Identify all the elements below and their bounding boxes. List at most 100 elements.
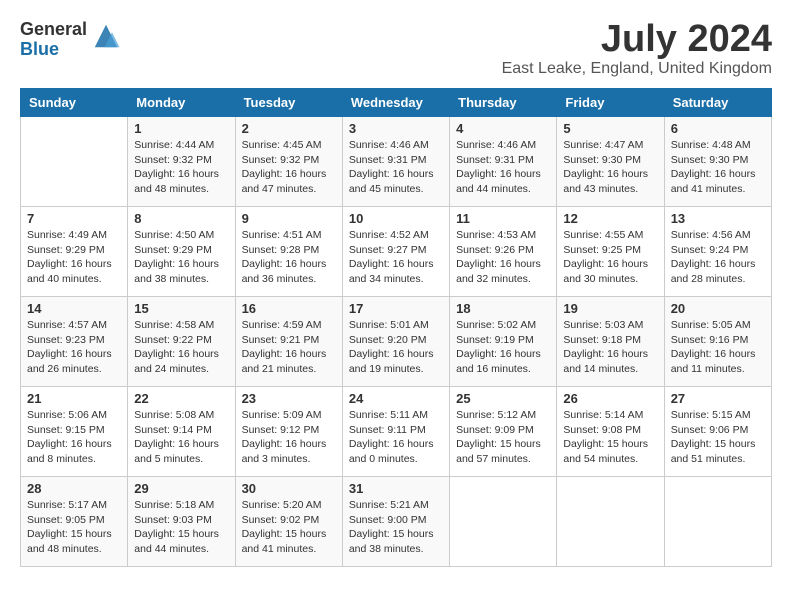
sunset-text: Sunset: 9:29 PM: [27, 244, 105, 256]
daylight-text: Daylight: 16 hours: [563, 348, 648, 360]
day-info: Sunrise: 4:55 AMSunset: 9:25 PMDaylight:…: [563, 228, 657, 287]
sunrise-text: Sunrise: 5:15 AM: [671, 409, 751, 421]
daylight-text: Daylight: 15 hours: [671, 438, 756, 450]
sunrise-text: Sunrise: 4:46 AM: [456, 139, 536, 151]
daylight-text-2: and 24 minutes.: [134, 363, 209, 375]
daylight-text: Daylight: 16 hours: [563, 168, 648, 180]
calendar-cell: 27 Sunrise: 5:15 AM Sunset: 9:06 PM Dayligh…: [664, 387, 771, 477]
daylight-text: Daylight: 16 hours: [242, 168, 327, 180]
sunrise-text: Sunrise: 4:47 AM: [563, 139, 643, 151]
sunrise-text: Sunrise: 5:03 AM: [563, 319, 643, 331]
calendar-table: SundayMondayTuesdayWednesdayThursdayFrid…: [20, 88, 772, 567]
weekday-header-row: SundayMondayTuesdayWednesdayThursdayFrid…: [21, 89, 772, 117]
day-info: Sunrise: 4:53 AMSunset: 9:26 PMDaylight:…: [456, 228, 550, 287]
calendar-cell: [21, 117, 128, 207]
sunrise-text: Sunrise: 5:06 AM: [27, 409, 107, 421]
week-row-4: 21Sunrise: 5:06 AMSunset: 9:15 PMDayligh…: [21, 387, 772, 477]
daylight-text-2: and 11 minutes.: [671, 363, 745, 375]
daylight-text-2: and 14 minutes.: [563, 363, 638, 375]
daylight-text: Daylight: 16 hours: [134, 438, 219, 450]
daylight-text-2: and 21 minutes.: [242, 363, 317, 375]
day-info: Sunrise: 5:08 AMSunset: 9:14 PMDaylight:…: [134, 408, 228, 467]
daylight-text-2: and 38 minutes.: [349, 543, 424, 555]
daylight-text: Daylight: 16 hours: [671, 168, 756, 180]
sunset-text: Sunset: 9:08 PM: [563, 424, 641, 436]
sunset-text: Sunset: 9:31 PM: [456, 154, 534, 166]
day-info: Sunrise: 5:17 AMSunset: 9:05 PMDaylight:…: [27, 498, 121, 557]
header: General Blue July 2024 East Leake, Engla…: [20, 20, 772, 78]
daylight-text: Daylight: 16 hours: [456, 258, 541, 270]
sunrise-text: Sunrise: 4:44 AM: [134, 139, 214, 151]
day-info: Sunrise: 5:01 AMSunset: 9:20 PMDaylight:…: [349, 318, 443, 377]
day-number: 8: [134, 211, 228, 226]
daylight-text-2: and 44 minutes.: [456, 183, 531, 195]
sunset-text: Sunset: 9:02 PM: [242, 514, 320, 526]
day-info: Sunrise: 4:58 AMSunset: 9:22 PMDaylight:…: [134, 318, 228, 377]
calendar-cell: 21Sunrise: 5:06 AMSunset: 9:15 PMDayligh…: [21, 387, 128, 477]
day-info: Sunrise: 4:46 AMSunset: 9:31 PMDaylight:…: [349, 138, 443, 197]
daylight-text: Daylight: 16 hours: [134, 168, 219, 180]
weekday-header-friday: Friday: [557, 89, 664, 117]
calendar-cell: 8Sunrise: 4:50 AMSunset: 9:29 PMDaylight…: [128, 207, 235, 297]
daylight-text-2: and 32 minutes.: [456, 273, 531, 285]
calendar-cell: 29Sunrise: 5:18 AMSunset: 9:03 PMDayligh…: [128, 477, 235, 567]
daylight-text: Daylight: 16 hours: [349, 348, 434, 360]
weekday-header-monday: Monday: [128, 89, 235, 117]
day-info: Sunrise: 5:11 AMSunset: 9:11 PMDaylight:…: [349, 408, 443, 467]
day-number: 10: [349, 211, 443, 226]
day-number: 30: [242, 481, 336, 496]
week-row-5: 28Sunrise: 5:17 AMSunset: 9:05 PMDayligh…: [21, 477, 772, 567]
weekday-header-sunday: Sunday: [21, 89, 128, 117]
calendar-cell: 3Sunrise: 4:46 AMSunset: 9:31 PMDaylight…: [342, 117, 449, 207]
calendar-cell: 25Sunrise: 5:12 AMSunset: 9:09 PMDayligh…: [450, 387, 557, 477]
day-number: 16: [242, 301, 336, 316]
day-info: Sunrise: 4:59 AMSunset: 9:21 PMDaylight:…: [242, 318, 336, 377]
calendar-cell: 26Sunrise: 5:14 AMSunset: 9:08 PMDayligh…: [557, 387, 664, 477]
day-info: Sunrise: 5:02 AMSunset: 9:19 PMDaylight:…: [456, 318, 550, 377]
sunset-text: Sunset: 9:28 PM: [242, 244, 320, 256]
logo-general-text: General: [20, 20, 87, 40]
daylight-text-2: and 28 minutes.: [671, 273, 746, 285]
sunset-text: Sunset: 9:06 PM: [671, 424, 749, 436]
sunset-text: Sunset: 9:25 PM: [563, 244, 641, 256]
daylight-text: Daylight: 15 hours: [563, 438, 648, 450]
calendar-cell: [557, 477, 664, 567]
day-number: 7: [27, 211, 121, 226]
day-number: 20: [671, 301, 765, 316]
calendar-cell: 14Sunrise: 4:57 AMSunset: 9:23 PMDayligh…: [21, 297, 128, 387]
daylight-text: Daylight: 16 hours: [671, 258, 756, 270]
daylight-text-2: and 38 minutes.: [134, 273, 209, 285]
daylight-text: Daylight: 16 hours: [242, 348, 327, 360]
calendar-cell: 20 Sunrise: 5:05 AMSunset: 9:16 PMDayligh…: [664, 297, 771, 387]
day-number: 27: [671, 391, 765, 406]
daylight-text: Daylight: 16 hours: [242, 258, 327, 270]
weekday-header-tuesday: Tuesday: [235, 89, 342, 117]
sunset-text: Sunset: 9:09 PM: [456, 424, 534, 436]
sunset-text: Sunset: 9:22 PM: [134, 334, 212, 346]
day-info: Sunrise: 5:09 AMSunset: 9:12 PMDaylight:…: [242, 408, 336, 467]
sunset-text: Sunset: 9:24 PM: [671, 244, 749, 256]
calendar-cell: 19Sunrise: 5:03 AMSunset: 9:18 PMDayligh…: [557, 297, 664, 387]
sunset-text: Sunset: 9:21 PM: [242, 334, 320, 346]
sunset-text: Sunset: 9:12 PM: [242, 424, 320, 436]
sunrise-text: Sunrise: 4:55 AM: [563, 229, 643, 241]
sunrise-text: Sunrise: 4:49 AM: [27, 229, 107, 241]
daylight-text-2: and 16 minutes.: [456, 363, 531, 375]
day-info: Sunrise: 5:05 AMSunset: 9:16 PMDaylight:…: [671, 318, 765, 377]
sunset-text: Sunset: 9:31 PM: [349, 154, 427, 166]
day-number: 5: [563, 121, 657, 136]
day-number: 23: [242, 391, 336, 406]
sunset-text: Sunset: 9:11 PM: [349, 424, 426, 436]
daylight-text-2: and 48 minutes.: [27, 543, 102, 555]
daylight-text: Daylight: 16 hours: [242, 438, 327, 450]
daylight-text-2: and 47 minutes.: [242, 183, 317, 195]
daylight-text-2: and 5 minutes.: [134, 453, 203, 465]
day-info: Sunrise: 4:56 AMSunset: 9:24 PMDaylight:…: [671, 228, 765, 287]
daylight-text-2: and 41 minutes.: [671, 183, 746, 195]
sunrise-text: Sunrise: 5:14 AM: [563, 409, 643, 421]
logo-blue-text: Blue: [20, 40, 87, 60]
daylight-text-2: and 45 minutes.: [349, 183, 424, 195]
day-number: 14: [27, 301, 121, 316]
daylight-text: Daylight: 16 hours: [349, 438, 434, 450]
sunrise-text: Sunrise: 5:02 AM: [456, 319, 536, 331]
